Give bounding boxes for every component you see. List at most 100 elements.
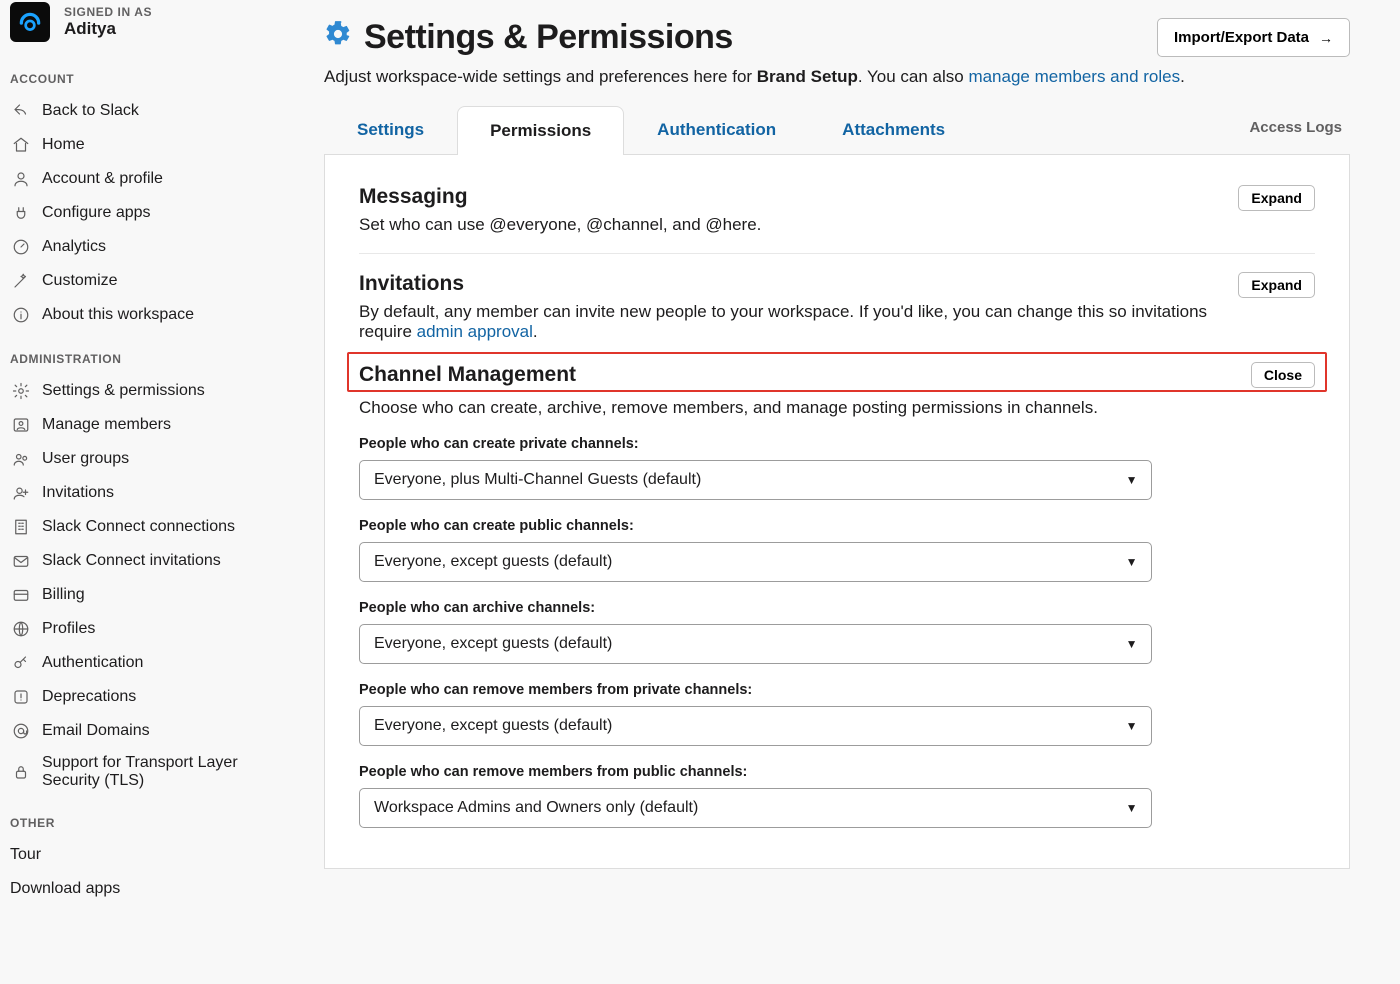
nav-section-account: ACCOUNT [0,52,288,94]
sidebar-item-label: Back to Slack [42,102,139,120]
plug-icon [10,202,32,224]
sidebar-item[interactable]: Analytics [0,230,288,264]
chevron-down-icon: ▼ [1126,719,1138,733]
sidebar-item[interactable]: Tour [0,838,288,872]
chevron-down-icon: ▼ [1126,473,1138,487]
sidebar-item-label: Configure apps [42,204,151,222]
sidebar-item[interactable]: Support for Transport Layer Security (TL… [0,748,288,796]
nav-section-administration: ADMINISTRATION [0,332,288,374]
dropdown-select[interactable]: Workspace Admins and Owners only (defaul… [359,788,1152,828]
dropdown-select[interactable]: Everyone, except guests (default)▼ [359,706,1152,746]
invitations-title: Invitations [359,272,1238,296]
messaging-expand-button[interactable]: Expand [1238,185,1315,211]
sidebar-item-label: Customize [42,272,118,290]
sidebar-item-label: Manage members [42,416,171,434]
arrow-right-icon: → [1319,30,1333,46]
envelope-icon [10,550,32,572]
person-icon [10,168,32,190]
tab-settings[interactable]: Settings [324,105,457,154]
user-name: Aditya [64,19,152,39]
chevron-down-icon: ▼ [1126,555,1138,569]
sidebar-item-label: Support for Transport Layer Security (TL… [42,754,278,790]
tab-access-logs[interactable]: Access Logs [1241,105,1350,154]
section-invitations: Invitations By default, any member can i… [359,272,1315,342]
invite-icon [10,482,32,504]
sidebar-item[interactable]: Deprecations [0,680,288,714]
sidebar-item[interactable]: Account & profile [0,162,288,196]
sidebar-item[interactable]: Invitations [0,476,288,510]
sidebar-item-label: Invitations [42,484,114,502]
channel-management-title: Channel Management [359,363,576,387]
channel-mgmt-field: People who can create public channels: Ev… [359,518,1315,582]
building-icon [10,516,32,538]
channel-mgmt-field: People who can remove members from priva… [359,682,1315,746]
dropdown-select[interactable]: Everyone, except guests (default) ▼ [359,542,1152,582]
admin-approval-link[interactable]: admin approval [417,322,533,341]
field-label: People who can remove members from publi… [359,764,1315,780]
sidebar-item[interactable]: About this workspace [0,298,288,332]
dropdown-select[interactable]: Everyone, plus Multi-Channel Guests (def… [359,460,1152,500]
warn-icon [10,686,32,708]
sidebar-item[interactable]: Profiles [0,612,288,646]
sidebar-item-label: Account & profile [42,170,163,188]
sidebar: SIGNED IN AS Aditya ACCOUNT Back to Slac… [0,0,288,984]
sidebar-item[interactable]: Configure apps [0,196,288,230]
lock-icon [10,761,32,783]
sidebar-item-label: Deprecations [42,688,136,706]
sidebar-item-label: About this workspace [42,306,194,324]
sidebar-item[interactable]: Settings & permissions [0,374,288,408]
sidebar-item-label: Email Domains [42,722,150,740]
card-icon [10,584,32,606]
channel-mgmt-field: People who can create private channels: E… [359,436,1315,500]
messaging-desc: Set who can use @everyone, @channel, and… [359,215,761,235]
import-export-label: Import/Export Data [1174,29,1309,46]
sidebar-item[interactable]: Manage members [0,408,288,442]
channel-management-header-highlight: Channel Management Close [347,352,1327,392]
sidebar-item-label: Analytics [42,238,106,256]
user-block: SIGNED IN AS Aditya [0,0,288,52]
sidebar-item[interactable]: Email Domains [0,714,288,748]
sidebar-item[interactable]: Billing [0,578,288,612]
dropdown-value: Everyone, except guests (default) [374,553,612,571]
field-label: People who can create private channels: [359,436,1315,452]
wand-icon [10,270,32,292]
globe-icon [10,618,32,640]
invitations-expand-button[interactable]: Expand [1238,272,1315,298]
gear-icon [10,380,32,402]
dropdown-value: Everyone, except guests (default) [374,635,612,653]
sidebar-item-label: User groups [42,450,129,468]
import-export-button[interactable]: Import/Export Data → [1157,18,1350,57]
avatar [10,2,50,42]
tabs: Settings Permissions Authentication Atta… [324,105,1350,155]
tab-permissions[interactable]: Permissions [457,106,624,155]
sidebar-item-label: Slack Connect invitations [42,552,221,570]
sidebar-item[interactable]: Slack Connect connections [0,510,288,544]
sidebar-item[interactable]: User groups [0,442,288,476]
home-icon [10,134,32,156]
headset-icon [17,9,43,35]
sidebar-item[interactable]: Download apps [0,872,288,906]
sidebar-item[interactable]: Customize [0,264,288,298]
dropdown-select[interactable]: Everyone, except guests (default) ▼ [359,624,1152,664]
field-label: People who can remove members from priva… [359,682,1315,698]
main-content: Settings & Permissions Import/Export Dat… [288,0,1400,984]
channel-management-close-button[interactable]: Close [1251,362,1315,388]
page-title: Settings & Permissions [364,18,733,57]
sidebar-item-label: Download apps [10,880,120,897]
chevron-down-icon: ▼ [1126,637,1138,651]
sidebar-item-label: Home [42,136,85,154]
sidebar-item-label: Settings & permissions [42,382,205,400]
channel-mgmt-field: People who can archive channels: Everyone… [359,600,1315,664]
field-label: People who can archive channels: [359,600,1315,616]
sidebar-item[interactable]: Authentication [0,646,288,680]
sidebar-item[interactable]: Home [0,128,288,162]
sidebar-item[interactable]: Slack Connect invitations [0,544,288,578]
manage-members-link[interactable]: manage members and roles [968,67,1180,86]
sidebar-item[interactable]: Back to Slack [0,94,288,128]
tab-attachments[interactable]: Attachments [809,105,978,154]
field-label: People who can create public channels: [359,518,1315,534]
tab-authentication[interactable]: Authentication [624,105,809,154]
workspace-name: Brand Setup [757,67,858,86]
section-messaging: Messaging Set who can use @everyone, @ch… [359,185,1315,254]
at-icon [10,720,32,742]
